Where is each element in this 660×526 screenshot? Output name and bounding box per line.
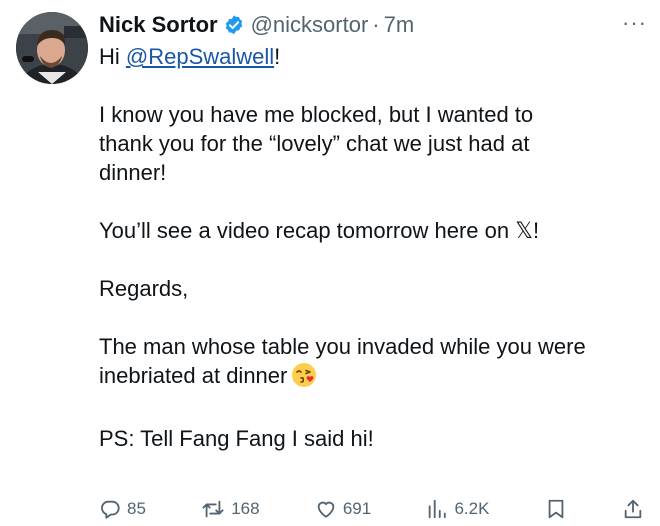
tweet-paragraph-2-line-1: I know you have me blocked, but I wanted… — [99, 102, 534, 127]
mention-link[interactable]: @RepSwalwell — [126, 44, 274, 69]
views-count: 6.2K — [454, 499, 490, 518]
author-name[interactable]: Nick Sortor — [99, 12, 218, 38]
timestamp[interactable]: 7m — [384, 12, 415, 38]
paragraph-3-suffix: ! — [532, 218, 540, 243]
share-button[interactable] — [622, 498, 644, 520]
paragraph-3-text: You’ll see a video recap tomorrow here o… — [99, 218, 516, 243]
views-button[interactable]: 6.2K — [426, 498, 489, 520]
like-count: 691 — [342, 499, 372, 518]
verified-badge-icon — [223, 14, 245, 36]
tweet-paragraph-2-line-3: dinner! — [99, 160, 167, 185]
bookmark-button[interactable] — [545, 498, 567, 520]
tweet-paragraph-3: You’ll see a video recap tomorrow here o… — [99, 216, 647, 245]
share-icon — [622, 498, 644, 520]
reply-button[interactable]: 85 — [99, 498, 146, 520]
bookmark-icon — [545, 498, 567, 520]
more-options-button[interactable]: ··· — [622, 10, 647, 36]
like-button[interactable]: 691 — [315, 498, 371, 520]
x-logo-glyph: 𝕏 — [515, 218, 533, 243]
action-bar: 85 168 691 6.2K — [99, 493, 644, 525]
tweet-line-greeting: Hi @RepSwalwell! — [99, 42, 647, 71]
views-icon — [426, 498, 448, 520]
tweet-paragraph-4: Regards, — [99, 276, 189, 301]
reply-icon — [99, 498, 121, 520]
tweet-text: Hi @RepSwalwell! I know you have me bloc… — [99, 42, 647, 453]
greeting-suffix: ! — [274, 44, 281, 69]
separator-dot: · — [372, 12, 380, 37]
avatar[interactable] — [16, 12, 88, 84]
tweet-paragraph-5-line-2: inebriated at dinner — [99, 361, 647, 395]
tweet-header: Nick Sortor @nicksortor · 7m — [99, 8, 647, 42]
author-handle[interactable]: @nicksortor — [251, 12, 369, 38]
greeting-text: Hi — [99, 44, 126, 69]
reply-count: 85 — [127, 499, 146, 518]
paragraph-5-line-2-text: inebriated at dinner — [99, 363, 288, 388]
like-icon — [315, 498, 337, 520]
kiss-emoji-icon — [291, 362, 317, 395]
repost-icon — [201, 498, 225, 520]
tweet-paragraph-6: PS: Tell Fang Fang I said hi! — [99, 426, 374, 451]
tweet-paragraph-5-line-1: The man whose table you invaded while yo… — [99, 334, 586, 359]
repost-button[interactable]: 168 — [201, 498, 260, 520]
repost-count: 168 — [231, 499, 260, 518]
tweet-paragraph-2-line-2: thank you for the “lovely” chat we just … — [99, 131, 530, 156]
